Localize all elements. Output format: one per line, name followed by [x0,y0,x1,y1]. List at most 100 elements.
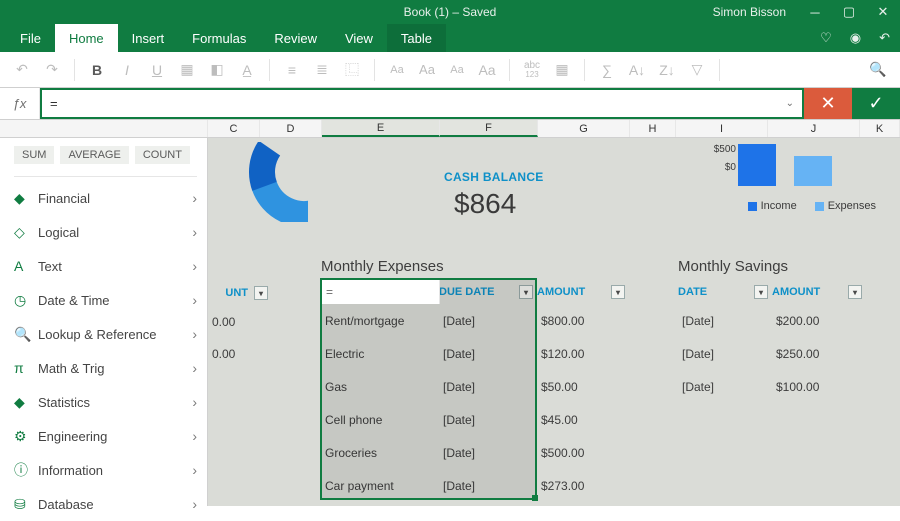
table-row: Cell phone[Date]$45.00 [321,403,637,436]
chevron-right-icon: › [192,292,197,308]
category-statistics[interactable]: ◆Statistics› [14,385,197,419]
cell-item[interactable]: Car payment [321,470,439,502]
cell-amount[interactable]: $50.00 [537,371,629,403]
filter-button[interactable]: ▾ [848,285,862,299]
chevron-down-icon[interactable]: ⌄ [786,98,794,109]
cell-due[interactable]: [Date] [439,437,537,469]
sort-asc-button[interactable]: A↓ [623,57,651,83]
cell-amount[interactable]: $100.00 [772,371,866,403]
font-small-button[interactable]: Aa [443,57,471,83]
align-left-button[interactable]: ≡ [278,57,306,83]
account-icon[interactable]: ◉ [850,30,861,46]
chip-sum[interactable]: SUM [14,146,54,164]
cell-due[interactable]: [Date] [439,371,537,403]
category-lookup-reference[interactable]: 🔍Lookup & Reference› [14,317,197,351]
col-h[interactable]: H [630,120,676,137]
sort-desc-button[interactable]: Z↓ [653,57,681,83]
filter-button[interactable]: ▽ [683,57,711,83]
category-text[interactable]: AText› [14,249,197,283]
cell-amount[interactable]: $800.00 [537,305,629,337]
cell-amount[interactable]: $500.00 [537,437,629,469]
merge-button[interactable]: ⿺ [338,57,366,83]
align-center-button[interactable]: ≣ [308,57,336,83]
fx-icon[interactable]: ƒx [0,88,40,119]
cell-item[interactable]: Gas [321,371,439,403]
filter-button[interactable]: ▾ [611,285,625,299]
redo-button[interactable]: ↷ [38,57,66,83]
cancel-formula-button[interactable]: ✕ [804,88,852,119]
cell-due[interactable]: [Date] [439,305,537,337]
number-format-button[interactable]: abc123 [518,57,546,83]
font-size-decrease-button[interactable]: Aa [473,57,501,83]
cell[interactable]: 0.00 [208,306,288,338]
col-f[interactable]: F [440,120,538,137]
cell-amount[interactable]: $120.00 [537,338,629,370]
tab-table[interactable]: Table [387,24,446,52]
filter-button[interactable]: ▾ [754,285,768,299]
chevron-right-icon: › [192,224,197,240]
cell-amount[interactable]: $45.00 [537,404,629,436]
category-logical[interactable]: ◇Logical› [14,215,197,249]
cell-date[interactable]: [Date] [678,305,772,337]
cell-date[interactable]: [Date] [678,371,772,403]
col-c[interactable]: C [208,120,260,137]
chip-average[interactable]: AVERAGE [60,146,128,164]
cell-due[interactable]: [Date] [439,338,537,370]
filter-button[interactable]: ▾ [254,286,268,300]
bold-button[interactable]: B [83,57,111,83]
chip-count[interactable]: COUNT [135,146,190,164]
table-format-button[interactable]: ▦ [548,57,576,83]
cell-amount[interactable]: $200.00 [772,305,866,337]
font-medium-button[interactable]: Aa [413,57,441,83]
tab-view[interactable]: View [331,24,387,52]
tab-review[interactable]: Review [260,24,331,52]
category-information[interactable]: ⓘInformation› [14,453,197,487]
col-e[interactable]: E [322,120,440,137]
col-j[interactable]: J [768,120,860,137]
font-size-increase-button[interactable]: Aa [383,57,411,83]
table-row: [Date]$200.00 [678,304,874,337]
filter-button[interactable]: ▾ [519,285,533,299]
tab-file[interactable]: File [6,24,55,52]
col-d[interactable]: D [260,120,322,137]
cell-due[interactable]: [Date] [439,470,537,502]
col-k[interactable]: K [860,120,900,137]
borders-button[interactable]: ▦ [173,57,201,83]
tab-formulas[interactable]: Formulas [178,24,260,52]
cell-amount[interactable]: $273.00 [537,470,629,502]
col-i[interactable]: I [676,120,768,137]
autosum-button[interactable]: ∑ [593,57,621,83]
tab-insert[interactable]: Insert [118,24,179,52]
undo-icon[interactable]: ↶ [879,30,890,46]
worksheet[interactable]: CASH BALANCE $864 $500 $0 Income Expense… [208,138,900,506]
category-math-trig[interactable]: πMath & Trig› [14,351,197,385]
category-date-time[interactable]: ◷Date & Time› [14,283,197,317]
search-button[interactable]: 🔍 [864,57,892,83]
cell-item[interactable]: Groceries [321,437,439,469]
col-g[interactable]: G [538,120,630,137]
italic-button[interactable]: I [113,57,141,83]
category-engineering[interactable]: ⚙Engineering› [14,419,197,453]
cell-item[interactable]: Electric [321,338,439,370]
cell-item[interactable]: Cell phone [321,404,439,436]
cell-item[interactable]: Rent/mortgage [321,305,439,337]
font-color-button[interactable]: A̲ [233,57,261,83]
minimize-button[interactable]: ─ [798,0,832,24]
cell[interactable]: 0.00 [208,338,288,370]
underline-button[interactable]: U [143,57,171,83]
category-financial[interactable]: ◆Financial› [14,181,197,215]
undo-button[interactable]: ↶ [8,57,36,83]
cell-amount[interactable]: $250.00 [772,338,866,370]
formula-input[interactable]: = ⌄ [40,88,804,119]
tab-home[interactable]: Home [55,24,118,52]
fill-color-button[interactable]: ◧ [203,57,231,83]
lightbulb-icon[interactable]: ♡ [820,30,832,46]
cell-date[interactable]: [Date] [678,338,772,370]
maximize-button[interactable]: ▢ [832,0,866,24]
account-name[interactable]: Simon Bisson [713,5,786,19]
bar-income [738,144,776,186]
category-database[interactable]: ⛁Database› [14,487,197,521]
close-button[interactable]: ✕ [866,0,900,24]
accept-formula-button[interactable]: ✓ [852,88,900,119]
cell-due[interactable]: [Date] [439,404,537,436]
